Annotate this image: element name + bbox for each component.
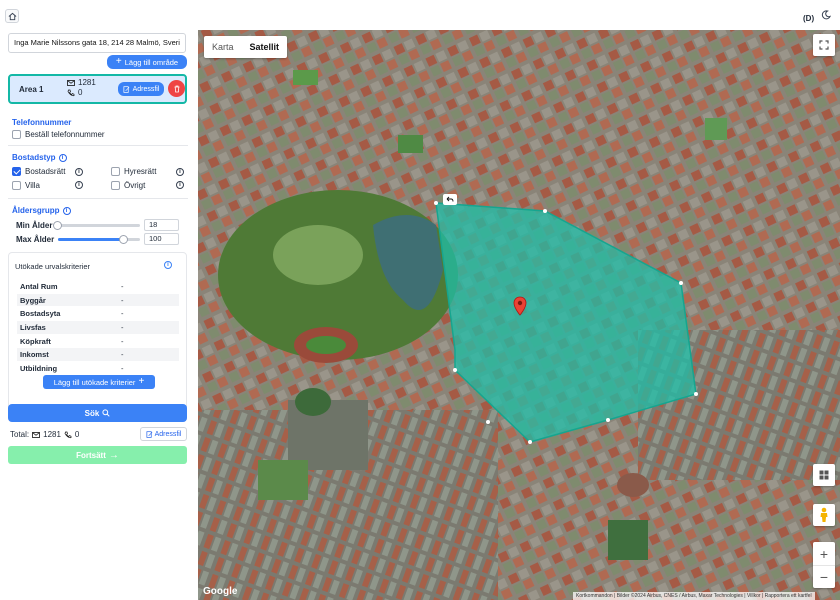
tab-satellit[interactable]: Satellit: [242, 36, 288, 58]
min-age-track[interactable]: [58, 224, 140, 227]
table-row: Antal Rum -: [17, 280, 179, 294]
plus-icon: +: [138, 376, 145, 387]
extended-criteria-title: Utökade urvalskriterier: [15, 262, 91, 271]
min-age-slider-handle[interactable]: [53, 221, 62, 230]
plus-icon: +: [115, 56, 122, 67]
min-age-label: Min Ålder: [16, 221, 53, 230]
undo-edit-button[interactable]: [443, 194, 457, 205]
grid-icon: [819, 470, 829, 480]
top-bar: (D): [0, 0, 840, 30]
extended-criteria-card: Utökade urvalskriterier i Antal Rum - Byg…: [8, 252, 187, 422]
table-row: Bostadsyta -: [17, 307, 179, 322]
continue-button[interactable]: Fortsätt →: [8, 446, 187, 464]
zoom-out-button[interactable]: −: [813, 565, 835, 588]
table-row: Utbildning -: [17, 362, 179, 376]
area-phone-count: 0: [78, 88, 83, 97]
info-icon[interactable]: i: [75, 168, 83, 176]
divider: [8, 198, 188, 199]
info-icon[interactable]: i: [62, 206, 71, 215]
checkbox[interactable]: [12, 167, 21, 176]
info-icon[interactable]: i: [176, 168, 184, 176]
moon-icon[interactable]: [821, 10, 831, 20]
telefon-title: Telefonnummer: [12, 118, 72, 127]
trash-icon: [174, 85, 179, 92]
bostadstyp-option-hyresratt[interactable]: Hyresrätt: [111, 167, 156, 176]
map-view[interactable]: Karta Satellit + − Google Kortkommandon …: [198, 30, 840, 600]
phone-icon: [64, 431, 72, 438]
max-age-fill: [58, 238, 124, 241]
table-row: Byggår -: [17, 293, 179, 308]
area-mail-count: 1281: [78, 78, 96, 87]
info-icon[interactable]: i: [58, 153, 67, 162]
arrow-right-icon: →: [108, 449, 119, 461]
total-summary: Total: 1281 0: [10, 430, 80, 439]
min-age-input[interactable]: 18: [144, 219, 179, 231]
criteria-table: Antal Rum - Byggår - Bostadsyta - Livsfas - …: [17, 280, 179, 376]
bostadstyp-option-bostadsratt[interactable]: Bostadsrätt: [12, 167, 65, 176]
search-icon: [102, 409, 110, 417]
zoom-control: + −: [813, 542, 835, 588]
max-age-label: Max Ålder: [16, 235, 55, 244]
table-row: Köpkraft -: [17, 335, 179, 349]
checkbox[interactable]: [12, 181, 21, 190]
phone-icon: [67, 89, 75, 97]
total-phone-count: 0: [74, 430, 80, 439]
pegman-icon: [820, 507, 828, 522]
delete-area-button[interactable]: [168, 80, 185, 97]
sidebar: Inga Marie Nilssons gata 18, 214 28 Malm…: [0, 30, 198, 600]
street-view-button[interactable]: [813, 504, 835, 526]
divider: [8, 145, 188, 146]
search-button[interactable]: Sök: [8, 404, 187, 422]
home-button[interactable]: [5, 9, 19, 23]
google-logo: Google: [203, 586, 238, 597]
max-age-slider-handle[interactable]: [119, 235, 128, 244]
checkbox[interactable]: [12, 130, 21, 139]
add-criteria-button[interactable]: Lägg till utökade kriterier +: [43, 375, 155, 389]
area-card[interactable]: Area 1 1281 0 Adressfil: [8, 74, 187, 104]
mail-icon: [32, 431, 41, 438]
map-layers-button[interactable]: [813, 464, 835, 486]
info-icon[interactable]: i: [164, 261, 172, 269]
total-mail-count: 1281: [43, 430, 61, 439]
zoom-in-button[interactable]: +: [813, 542, 835, 565]
mail-icon: [67, 80, 75, 86]
info-icon[interactable]: i: [176, 181, 184, 189]
area-adressfil-button[interactable]: Adressfil: [118, 82, 164, 96]
file-edit-icon: [146, 430, 152, 438]
fullscreen-button[interactable]: [813, 34, 835, 56]
table-row: Inkomst -: [17, 348, 179, 363]
fullscreen-icon: [819, 40, 829, 50]
table-row: Livsfas -: [17, 321, 179, 335]
mode-label: (D): [803, 14, 815, 23]
bostadstyp-title: Bostadstyp i: [12, 153, 67, 162]
checkbox[interactable]: [111, 167, 120, 176]
map-attribution: Kortkommandon | Bilder ©2024 Airbus, CNE…: [573, 592, 815, 600]
file-edit-icon: [123, 85, 129, 93]
area-name: Area 1: [19, 85, 44, 94]
alder-title: Åldersgrupp i: [12, 206, 71, 215]
total-adressfil-button[interactable]: Adressfil: [140, 427, 187, 441]
info-icon[interactable]: i: [75, 181, 83, 189]
home-icon: [8, 12, 16, 20]
tab-karta[interactable]: Karta: [204, 36, 242, 58]
map-marker-icon[interactable]: [513, 296, 527, 316]
area-counts: 1281 0: [67, 78, 96, 98]
add-area-button[interactable]: + Lägg till område: [107, 55, 187, 69]
bostadstyp-option-villa[interactable]: Villa: [12, 181, 40, 190]
checkbox[interactable]: [111, 181, 120, 190]
undo-icon: [446, 196, 454, 202]
max-age-input[interactable]: 100: [144, 233, 179, 245]
bostadstyp-option-ovrigt[interactable]: Övrigt: [111, 181, 145, 190]
map-type-control: Karta Satellit: [204, 36, 288, 58]
order-phone-checkbox[interactable]: Beställ telefonnummer: [12, 130, 105, 139]
address-search-input[interactable]: Inga Marie Nilssons gata 18, 214 28 Malm…: [8, 33, 186, 53]
